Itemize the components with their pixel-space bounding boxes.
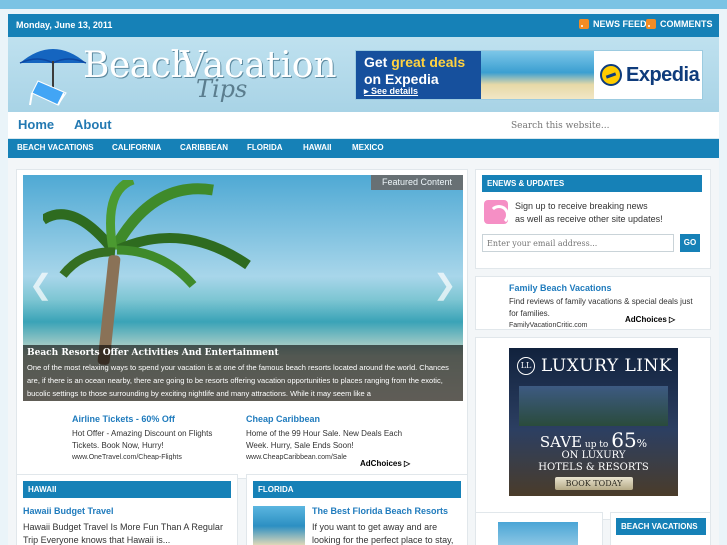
luxury-line2: ON LUXURY [561,450,626,461]
ad-url[interactable]: www.OneTravel.com/Cheap-Flights [72,452,232,460]
expedia-brand-text: Expedia [626,63,700,86]
rss-pink-icon [484,200,509,225]
secondary-nav: BEACH VACATIONS CALIFORNIA CARIBBEAN FLO… [8,139,719,158]
beach-umbrella-icon[interactable] [18,41,88,107]
palm-tree-image [43,180,251,288]
hawaii-post-title[interactable]: Hawaii Budget Travel [23,506,231,516]
adchoices-link[interactable]: AdChoices ▷ [625,315,675,324]
ad-title[interactable]: Airline Tickets - 60% Off [72,413,232,425]
email-field[interactable] [482,234,674,252]
expedia-logo: Expedia [594,51,702,99]
luxury-resort-image [519,386,668,426]
luxury-save-text: SAVE up to 65% [539,428,648,452]
nav-caribbean[interactable]: CARIBBEAN [180,143,228,152]
ad-title[interactable]: Family Beach Vacations [509,282,694,294]
luxury-link-emblem-icon: LL [517,357,535,375]
comments-feed-label: COMMENTS [660,19,713,29]
beach-vacations-header: BEACH VACATIONS [616,518,706,535]
ad-title[interactable]: Cheap Caribbean [246,413,406,425]
florida-post-title[interactable]: The Best Florida Beach Resorts [312,506,464,516]
nav-about[interactable]: About [74,117,112,132]
banner-beach-image [481,51,594,99]
enews-text: Sign up to receive breaking news as well… [515,200,663,226]
nav-beach-vacations[interactable]: BEACH VACATIONS [17,143,94,152]
primary-nav: Home About [8,112,719,139]
site-header: Beach Vacation Tips Get great deals on E… [8,37,719,112]
florida-post-excerpt: If you want to get away and are looking … [312,522,454,545]
banner-line1-highlight: great deals [391,54,466,70]
slider-excerpt: One of the most relaxing ways to spend y… [27,363,449,398]
hawaii-post: Hawaii Budget Travel Hawaii Budget Trave… [23,506,231,545]
top-stripe [0,0,727,9]
hawaii-section-header: HAWAII [23,481,231,498]
book-today-button[interactable]: BOOK TODAY [555,477,633,490]
expedia-globe-icon [600,64,622,86]
news-feed-link[interactable]: NEWS FEED [579,19,647,29]
nav-california[interactable]: CALIFORNIA [112,143,161,152]
enews-header: ENEWS & UPDATES [482,175,702,192]
beach-thumbnail[interactable] [498,522,578,545]
ad-airline-tickets[interactable]: Airline Tickets - 60% Off Hot Offer - Am… [72,413,232,460]
page-wrapper: Monday, June 13, 2011 NEWS FEED COMMENTS… [8,14,719,545]
luxury-link-brand: LUXURY LINK [541,356,673,376]
luxury-link-logo: LL LUXURY LINK [517,356,672,376]
featured-content-badge: Featured Content [371,175,463,190]
adchoices-label: AdChoices [625,315,667,324]
slider-prev-arrow-icon[interactable]: ❮ [29,270,53,300]
adchoices-icon: ▷ [404,459,411,468]
ad-body: Home of the 99 Hour Sale. New Deals Each… [246,429,403,450]
enews-line2: as well as receive other site updates! [515,214,663,224]
banner-line1-prefix: Get [364,54,392,70]
top-bar: Monday, June 13, 2011 NEWS FEED COMMENTS [8,14,719,37]
slider-caption: Beach Resorts Offer Activities And Enter… [23,345,463,401]
rss-icon [646,19,656,29]
comments-feed-link[interactable]: COMMENTS [646,19,713,29]
adchoices-link[interactable]: AdChoices ▷ [360,459,410,468]
luxury-line3: HOTELS & RESORTS [538,462,649,473]
rss-icon [579,19,589,29]
search-input[interactable] [511,116,711,136]
expedia-banner-ad[interactable]: Get great deals on Expedia ▸ See details… [355,50,703,100]
slider-title[interactable]: Beach Resorts Offer Activities And Enter… [27,348,459,358]
current-date: Monday, June 13, 2011 [16,20,113,30]
banner-text-panel: Get great deals on Expedia ▸ See details [356,51,481,99]
luxury-link-banner[interactable]: LL LUXURY LINK SAVE up to 65% ON LUXURY … [509,348,678,496]
florida-section-header: FLORIDA [253,481,461,498]
adchoices-icon: ▷ [669,315,676,324]
banner-line2: on Expedia [364,71,439,87]
nav-florida[interactable]: FLORIDA [247,143,283,152]
ad-body: Hot Offer - Amazing Discount on Flights … [72,429,213,450]
featured-slider[interactable]: Featured Content ❮ ❯ Beach Resorts Offer… [23,175,463,401]
news-feed-label: NEWS FEED [593,19,647,29]
nav-hawaii[interactable]: HAWAII [303,143,331,152]
nav-home[interactable]: Home [18,117,54,132]
logo-text-beach[interactable]: Beach [83,45,194,86]
ad-cheap-caribbean[interactable]: Cheap Caribbean Home of the 99 Hour Sale… [246,413,406,460]
adchoices-label: AdChoices [360,459,402,468]
hawaii-post-excerpt: Hawaii Budget Travel Is More Fun Than A … [23,522,223,545]
logo-text-tips[interactable]: Tips [196,75,247,103]
banner-see-details-link[interactable]: ▸ See details [364,86,418,97]
florida-post: The Best Florida Beach Resorts If you wa… [312,506,464,545]
enews-line1: Sign up to receive breaking news [515,201,648,211]
florida-post-thumbnail[interactable] [253,506,305,545]
slider-next-arrow-icon[interactable]: ❯ [433,270,457,300]
go-button[interactable]: GO [680,234,700,252]
nav-mexico[interactable]: MEXICO [352,143,384,152]
